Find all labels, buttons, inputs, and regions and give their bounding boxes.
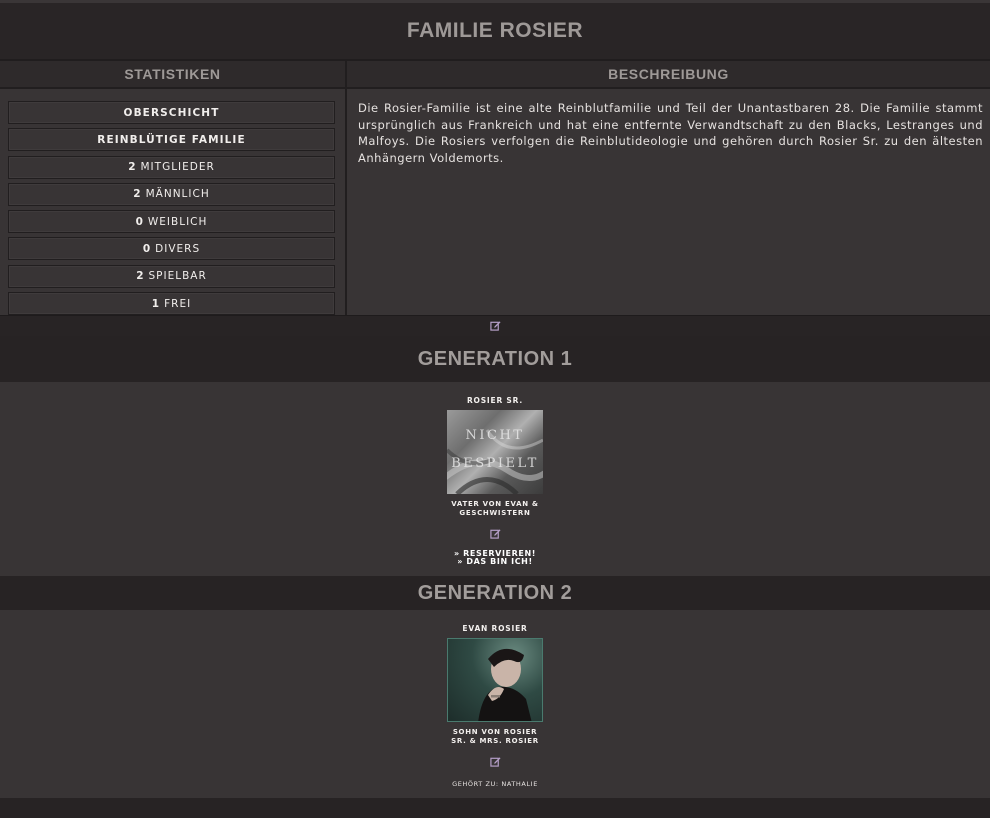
description-heading: BESCHREIBUNG [347,61,990,89]
stat-label: MITGLIEDER [140,161,215,174]
member-card: EVAN ROSIER SOHN VON ROSIER SR. & MRS. R… [440,610,550,798]
member-card: ROSIER SR. NICHT BESPIELT VATER VON EVAN… [440,382,550,576]
edit-icon[interactable] [489,529,501,542]
stat-item-male: 2 MÄNNLICH [8,182,335,206]
stat-label: REINBLÜTIGE FAMILIE [97,133,246,146]
member-relation: VATER VON EVAN & GESCHWISTERN [440,500,550,517]
member-avatar [447,638,543,722]
stat-number: 0 [142,242,152,255]
stat-label: WEIBLICH [147,215,208,228]
member-name: ROSIER SR. [466,396,524,405]
avatar-caption-line-1: NICHT [465,428,525,443]
stat-item-social-class: OBERSCHICHT [8,101,335,124]
member-name: EVAN ROSIER [462,624,528,633]
stat-item-diverse: 0 DIVERS [8,237,335,261]
generation-2-heading: GENERATION 2 [0,576,990,610]
relation-line-2: SR. & MRS. ROSIER [451,736,539,745]
member-owner: GEHÖRT ZU: NATHALIE [452,780,538,788]
stats-heading: STATISTIKEN [0,61,345,89]
family-edit-bar [0,315,990,336]
stats-list: OBERSCHICHT REINBLÜTIGE FAMILIE 2 MITGLIE… [0,89,345,316]
member-edit [440,524,550,543]
member-relation: SOHN VON ROSIER SR. & MRS. ROSIER [440,728,550,745]
stat-number: 2 [133,188,142,201]
stat-item-playable: 2 SPIELBAR [8,264,335,288]
page-title: FAMILIE ROSIER [0,3,990,61]
relation-line-1: SOHN VON ROSIER [452,728,538,736]
stats-panel: STATISTIKEN OBERSCHICHT REINBLÜTIGE FAMI… [0,61,347,316]
stat-item-members: 2 MITGLIEDER [8,155,335,179]
relation-line-1: VATER VON EVAN & [451,500,539,508]
claim-link[interactable]: » DAS BIN ICH! [440,558,550,566]
relation-line-2: GESCHWISTERN [459,508,531,517]
generation-1-heading: GENERATION 1 [0,336,990,382]
stat-number: 2 [128,161,137,174]
edit-icon[interactable] [489,320,501,333]
stat-item-female: 0 WEIBLICH [8,210,335,234]
stat-label: MÄNNLICH [145,188,210,201]
generation-2-members: EVAN ROSIER SOHN VON ROSIER SR. & MRS. R… [0,610,990,798]
avatar-caption-line-2: BESPIELT [451,456,539,471]
member-links: » RESERVIEREN! » DAS BIN ICH! [440,550,550,566]
stat-number: 1 [151,297,161,310]
stat-item-blood-status: REINBLÜTIGE FAMILIE [8,128,335,152]
page-footer [0,798,990,818]
edit-icon[interactable] [489,757,501,770]
generation-1-members: ROSIER SR. NICHT BESPIELT VATER VON EVAN… [0,382,990,576]
placeholder-avatar: NICHT BESPIELT [447,410,543,494]
description-panel: BESCHREIBUNG Die Rosier-Familie ist eine… [347,61,990,315]
stat-label: SPIELBAR [148,270,207,283]
stat-item-free: 1 FREI [8,292,335,316]
stat-label: FREI [164,297,192,310]
info-panels: STATISTIKEN OBERSCHICHT REINBLÜTIGE FAMI… [0,61,990,316]
stat-number: 0 [135,215,144,228]
stat-label: OBERSCHICHT [123,106,220,119]
member-edit [440,752,550,771]
stat-number: 2 [136,270,145,283]
description-text: Die Rosier-Familie ist eine alte Reinblu… [358,101,983,165]
stat-label: DIVERS [155,242,201,255]
